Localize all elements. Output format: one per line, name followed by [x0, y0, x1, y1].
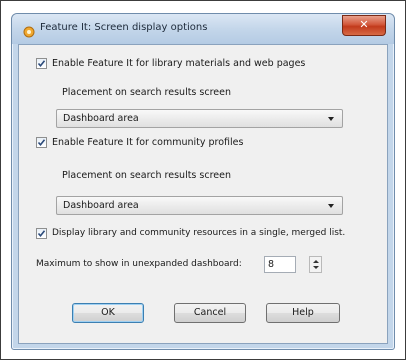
- ok-button[interactable]: OK: [72, 303, 144, 323]
- close-icon: ✕: [359, 18, 369, 31]
- placement-label-library: Placement on search results screen: [62, 87, 231, 98]
- dialog-window: Feature It: Screen display options ✕ Ena…: [11, 13, 395, 350]
- merged-list-label: Display library and community resources …: [52, 228, 346, 238]
- chevron-down-icon: [328, 204, 334, 208]
- placement-select-community-value: Dashboard area: [63, 200, 139, 211]
- placement-select-community[interactable]: Dashboard area: [56, 196, 343, 215]
- spin-up-icon[interactable]: [313, 260, 319, 263]
- placement-label-community: Placement on search results screen: [62, 170, 231, 181]
- title-bar[interactable]: Feature It: Screen display options ✕: [12, 14, 394, 44]
- maximum-spinner[interactable]: [309, 256, 322, 273]
- enable-library-label: Enable Feature It for library materials …: [52, 58, 306, 69]
- help-button[interactable]: Help: [266, 303, 340, 323]
- checkmark-icon: [37, 139, 46, 147]
- enable-library-checkbox[interactable]: [36, 58, 47, 69]
- chevron-down-icon: [328, 117, 334, 121]
- window-title: Feature It: Screen display options: [40, 22, 208, 33]
- spin-down-icon[interactable]: [313, 266, 319, 269]
- enable-community-label: Enable Feature It for community profiles: [52, 137, 244, 148]
- maximum-input[interactable]: 8: [264, 256, 296, 273]
- close-button[interactable]: ✕: [342, 15, 386, 36]
- placement-select-library-value: Dashboard area: [63, 113, 139, 124]
- placement-select-library[interactable]: Dashboard area: [56, 109, 343, 128]
- checkmark-icon: [37, 60, 46, 68]
- merged-list-checkbox[interactable]: [36, 228, 47, 239]
- checkmark-icon: [37, 230, 46, 238]
- dialog-body: Enable Feature It for library materials …: [18, 44, 388, 344]
- maximum-label: Maximum to show in unexpanded dashboard:: [36, 259, 242, 269]
- cancel-button[interactable]: Cancel: [174, 303, 246, 323]
- enable-community-checkbox[interactable]: [36, 137, 47, 148]
- feature-it-app-icon: [23, 23, 35, 38]
